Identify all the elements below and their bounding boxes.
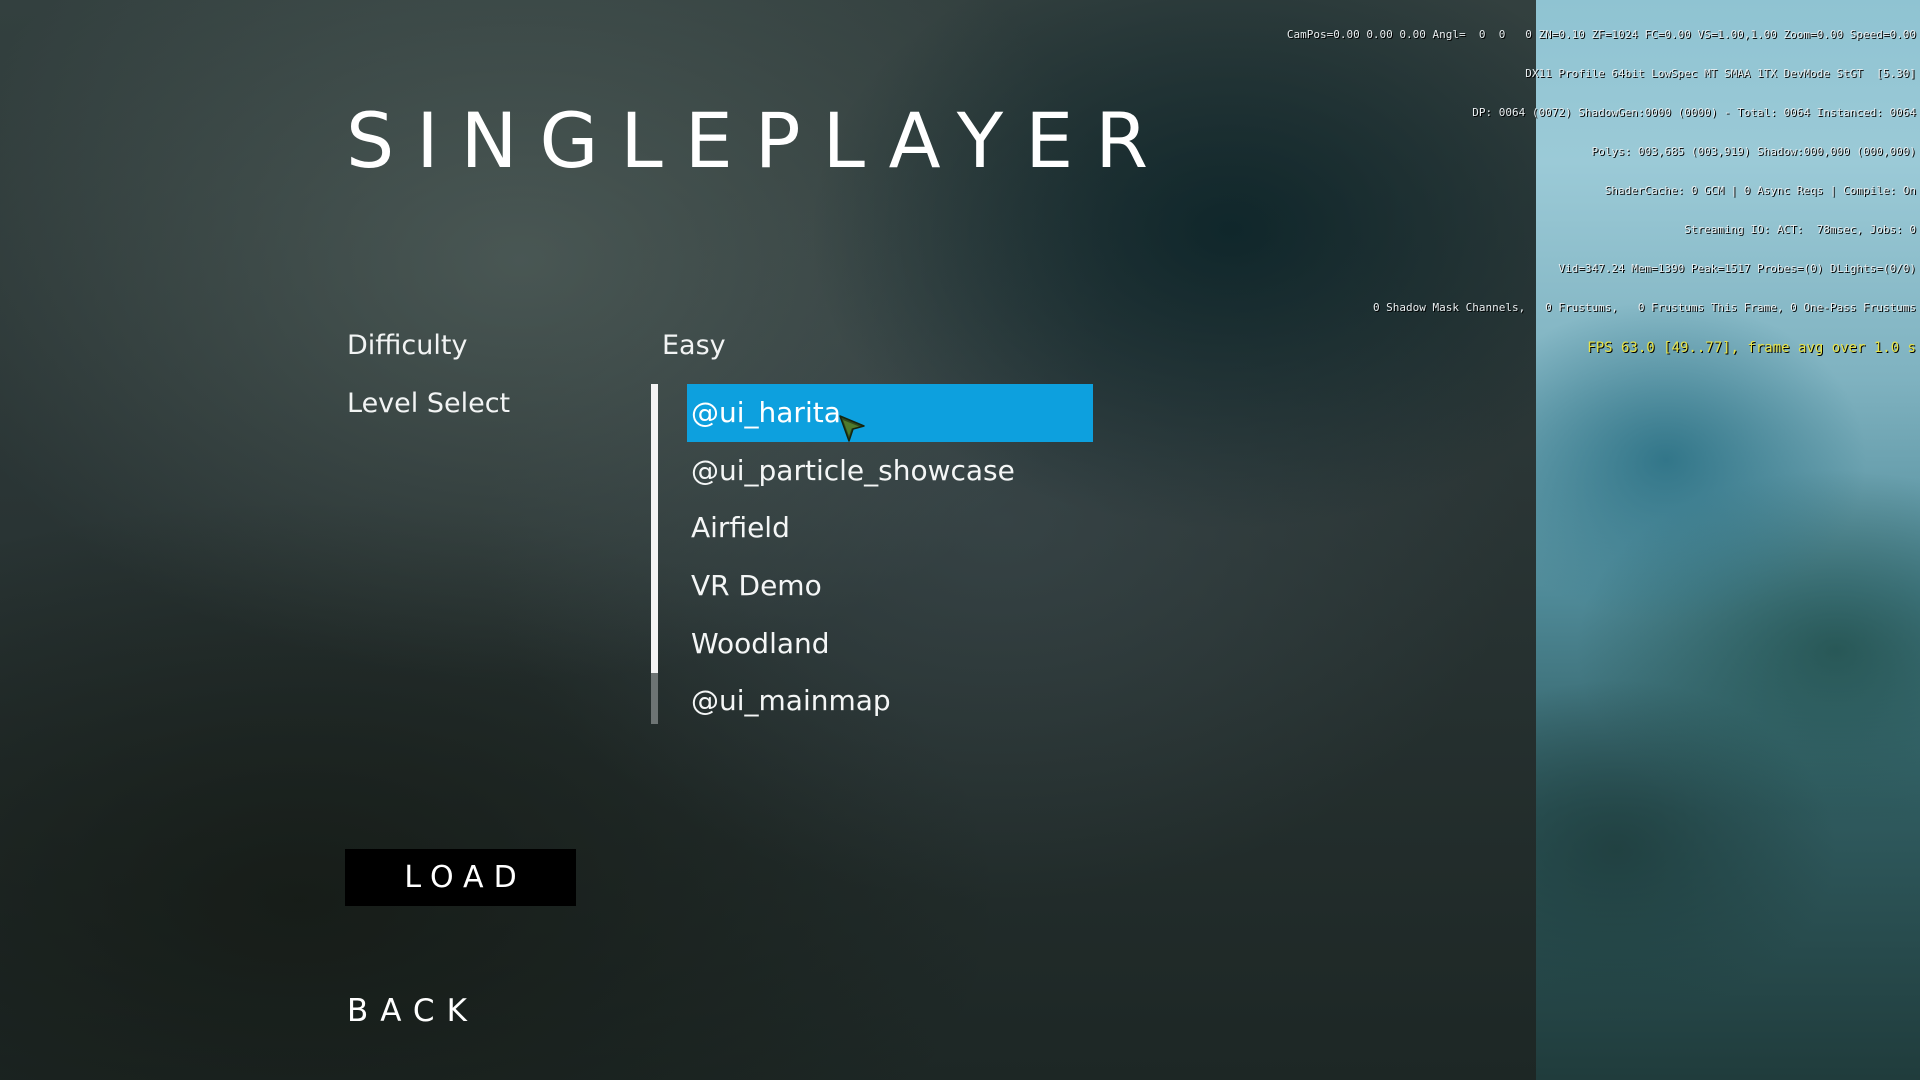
level-list-scroll-thumb[interactable]	[651, 384, 658, 673]
debug-overlay: CamPos=0.00 0.00 0.00 Angl= 0 0 0 ZN=0.1…	[1016, 2, 1916, 382]
difficulty-label: Difficulty	[347, 330, 468, 361]
level-item-airfield[interactable]: Airfield	[687, 499, 1093, 557]
game-background: CamPos=0.00 0.00 0.00 Angl= 0 0 0 ZN=0.1…	[0, 0, 1920, 1080]
load-button[interactable]: LOAD	[345, 849, 576, 906]
level-select-label: Level Select	[347, 388, 511, 419]
level-item-vr-demo[interactable]: VR Demo	[687, 557, 1093, 615]
level-item-ui-harita[interactable]: @ui_harita	[687, 384, 1093, 442]
debug-line: Vid=347.24 Mem=1390 Peak=1517 Probes=(0)…	[1558, 262, 1916, 275]
level-item-woodland[interactable]: Woodland	[687, 614, 1093, 672]
back-button[interactable]: BACK	[347, 993, 479, 1029]
mouse-cursor-icon	[839, 415, 865, 442]
debug-line: ShaderCache: 0 GCM | 0 Async Reqs | Comp…	[1604, 184, 1916, 197]
debug-line: 0 Shadow Mask Channels, 0 Frustums, 0 Fr…	[1372, 301, 1916, 314]
page-title: SINGLEPLAYER	[346, 96, 1171, 185]
level-list-scrollbar[interactable]	[651, 384, 658, 724]
level-item-ui-particle-showcase[interactable]: @ui_particle_showcase	[687, 442, 1093, 500]
debug-line: DX11 Profile 64bit LowSpec MT SMAA 1TX D…	[1525, 67, 1916, 80]
level-list: @ui_harita @ui_particle_showcase Airfiel…	[687, 384, 1093, 730]
difficulty-selector[interactable]: Easy	[662, 330, 726, 361]
level-item-ui-mainmap[interactable]: @ui_mainmap	[687, 672, 1093, 730]
debug-line: Streaming IO: ACT: 78msec, Jobs: 0	[1684, 223, 1916, 236]
debug-line: CamPos=0.00 0.00 0.00 Angl= 0 0 0 ZN=0.1…	[1286, 28, 1916, 41]
fps-counter: FPS 63.0 [49..77], frame avg over 1.0 s	[1587, 340, 1916, 356]
